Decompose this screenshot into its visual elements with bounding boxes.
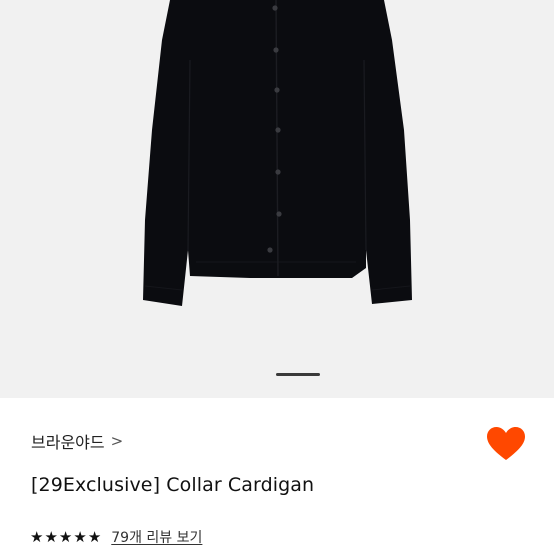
brand-link[interactable]: 브라운야드 > — [31, 429, 123, 453]
button-mark — [275, 127, 281, 133]
star-icon: ★ — [87, 528, 102, 546]
cardigan-image — [143, 0, 412, 306]
brand-name: 브라운야드 — [31, 433, 105, 452]
button-mark — [272, 5, 278, 11]
product-title: [29Exclusive] Collar Cardigan — [31, 474, 315, 496]
star-rating: ★ ★ ★ ★ ★ — [30, 529, 102, 545]
page-indicator — [276, 373, 320, 376]
star-icon: ★ — [73, 528, 87, 546]
product-image-gallery[interactable] — [0, 0, 554, 398]
product-detail-page: 브라운야드 > [29Exclusive] Collar Cardigan ★ … — [0, 0, 554, 554]
button-mark — [267, 247, 273, 253]
product-info-panel: 브라운야드 > [29Exclusive] Collar Cardigan ★ … — [0, 398, 554, 554]
reviews-link[interactable]: 79개 리뷰 보기 — [111, 527, 202, 547]
star-icon: ★ — [58, 528, 73, 546]
button-mark — [273, 47, 279, 53]
button-mark — [274, 87, 280, 93]
star-icon: ★ — [44, 528, 58, 546]
chevron-right-icon: > — [110, 432, 124, 450]
star-icon: ★ — [30, 528, 44, 546]
button-mark — [276, 211, 282, 217]
button-mark — [275, 169, 281, 175]
rating-row: ★ ★ ★ ★ ★ 79개 리뷰 보기 — [30, 527, 202, 547]
heart-icon[interactable] — [486, 426, 526, 462]
